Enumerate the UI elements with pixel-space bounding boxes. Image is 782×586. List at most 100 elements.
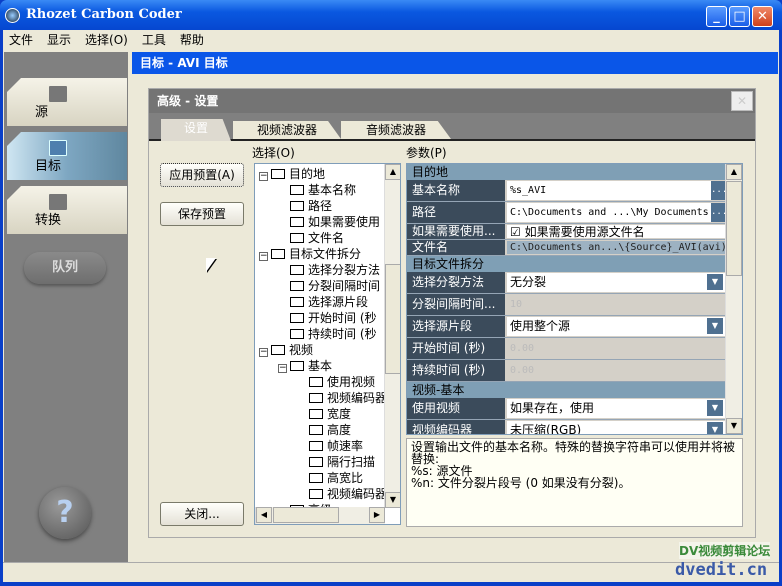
grid-row[interactable]: 如果需要使用... ☑ 如果需要使用源文件名 [407, 224, 725, 240]
tree-node[interactable]: 基本名称 [290, 182, 356, 198]
tree-node[interactable]: 开始时间 (秒 [290, 310, 377, 326]
app-icon [5, 8, 20, 23]
tree-node[interactable]: 视频编码器 [309, 390, 387, 406]
grid-row[interactable]: 分裂间隔时间... 10 [407, 294, 725, 316]
checkbox-checked-icon[interactable]: ☑ [510, 225, 521, 238]
tree-node[interactable]: 分裂间隔时间 [290, 278, 380, 294]
minimize-button[interactable]: _ [706, 6, 727, 27]
tree-node-label: 选择源片段 [308, 295, 369, 309]
browse-button[interactable]: ... [711, 203, 725, 222]
grid-value-edit[interactable]: C:\Documents and ...\My Documents... [507, 203, 725, 222]
tree-node[interactable]: 路径 [290, 198, 332, 214]
grid-key: 如果需要使用... [407, 224, 505, 239]
scroll-thumb[interactable] [726, 181, 742, 276]
grid-value-dropdown[interactable]: 未压缩(RGB) ▼ [507, 421, 725, 434]
help-button[interactable]: ? [39, 487, 91, 539]
grid-section[interactable]: 目标文件拆分 [407, 256, 725, 272]
tree-node[interactable]: − 目标文件拆分 [259, 246, 361, 262]
tab-settings[interactable]: 设置 [161, 119, 231, 141]
grid-row[interactable]: 选择分裂方法 无分裂 ▼ [407, 272, 725, 294]
grid-row[interactable]: 路径C:\Documents and ...\My Documents... [407, 202, 725, 224]
close-button[interactable]: ✕ [752, 6, 773, 27]
folder-icon [290, 185, 304, 195]
grid-row[interactable]: 文件名 C:\Documents an...\{Source}_AVI(avi) [407, 240, 725, 256]
tree-node[interactable]: 持续时间 (秒 [290, 326, 377, 342]
nav-target[interactable]: 目标 [7, 132, 127, 180]
scroll-down-icon[interactable]: ▼ [726, 418, 742, 434]
folder-icon [309, 425, 323, 435]
folder-icon [309, 409, 323, 419]
browse-button[interactable]: ... [711, 181, 725, 200]
scroll-thumb[interactable] [273, 507, 339, 523]
grid-vscrollbar[interactable]: ▲ ▼ [725, 164, 742, 434]
scroll-up-icon[interactable]: ▲ [726, 164, 742, 180]
scroll-right-icon[interactable]: ▶ [369, 507, 385, 523]
tree-hscrollbar[interactable]: ◀ ▶ [255, 507, 385, 524]
tree-node[interactable]: 隔行扫描 [309, 454, 375, 470]
chevron-down-icon[interactable]: ▼ [707, 400, 723, 416]
queue-button[interactable]: 队列 [24, 252, 106, 284]
menu-view[interactable]: 显示 [47, 33, 71, 47]
tab-video-filters[interactable]: 视频滤波器 [233, 121, 341, 139]
apply-preset-button[interactable]: 应用预置(A) [160, 163, 244, 187]
grid-value-dropdown[interactable]: 如果存在，使用 ▼ [507, 399, 725, 418]
scroll-up-icon[interactable]: ▲ [385, 164, 400, 180]
close-dialog-button[interactable]: 关闭... [160, 502, 244, 526]
scroll-thumb[interactable] [385, 264, 400, 374]
scroll-down-icon[interactable]: ▼ [385, 492, 400, 508]
menu-help[interactable]: 帮助 [180, 33, 204, 47]
tree-node[interactable]: 使用视频 [309, 374, 375, 390]
tree-node-label: 视频 [289, 343, 314, 357]
tree-node[interactable]: 高度 [309, 422, 351, 438]
tree-node[interactable]: 视频编码器 [309, 486, 387, 502]
grid-row[interactable]: 使用视频 如果存在，使用 ▼ [407, 398, 725, 420]
grid-value: 0.00 [507, 339, 725, 358]
tree-node[interactable]: 选择源片段 [290, 294, 368, 310]
grid-row[interactable]: 视频编码器 未压缩(RGB) ▼ [407, 420, 725, 434]
tree-node[interactable]: 高宽比 [309, 470, 363, 486]
grid-value-checkbox[interactable]: ☑ 如果需要使用源文件名 [507, 225, 725, 238]
grid-section[interactable]: 视频-基本 [407, 382, 725, 398]
folder-icon [309, 393, 323, 403]
tree-node[interactable]: − 视频 [259, 342, 313, 358]
property-grid[interactable]: 目的地基本名称%s_AVI...路径C:\Documents and ...\M… [406, 163, 743, 435]
grid-value-edit[interactable]: %s_AVI... [507, 181, 725, 200]
tree-node[interactable]: 宽度 [309, 406, 351, 422]
collapse-icon[interactable]: − [259, 172, 268, 181]
grid-value-dropdown[interactable]: 无分裂 ▼ [507, 273, 725, 292]
tree-node[interactable]: 选择分裂方法 [290, 262, 380, 278]
chevron-down-icon[interactable]: ▼ [707, 422, 723, 434]
tab-strip: 设置 视频滤波器 音频滤波器 [149, 113, 755, 141]
collapse-icon[interactable]: − [259, 348, 268, 357]
grid-row[interactable]: 选择源片段 使用整个源 ▼ [407, 316, 725, 338]
panel-close-button[interactable]: ✕ [731, 91, 753, 111]
nav-source[interactable]: 源 [7, 78, 127, 126]
collapse-icon[interactable]: − [278, 364, 287, 373]
grid-key: 选择分裂方法 [407, 272, 505, 293]
menu-select[interactable]: 选择(O) [85, 33, 128, 47]
grid-row[interactable]: 基本名称%s_AVI... [407, 180, 725, 202]
scroll-left-icon[interactable]: ◀ [256, 507, 272, 523]
chevron-down-icon[interactable]: ▼ [707, 318, 723, 334]
menu-file[interactable]: 文件 [9, 33, 33, 47]
tree-node[interactable]: − 基本 [278, 358, 332, 374]
grid-row[interactable]: 持续时间 (秒) 0.00 [407, 360, 725, 382]
grid-row[interactable]: 开始时间 (秒) 0.00 [407, 338, 725, 360]
collapse-icon[interactable]: − [259, 252, 268, 261]
tree-node[interactable]: 如果需要使用 [290, 214, 380, 230]
tree-node[interactable]: 文件名 [290, 230, 344, 246]
folder-icon [290, 265, 304, 275]
chevron-down-icon[interactable]: ▼ [707, 274, 723, 290]
tree-node[interactable]: 帧速率 [309, 438, 363, 454]
save-preset-button[interactable]: 保存预置 [160, 202, 244, 226]
grid-value-dropdown[interactable]: 使用整个源 ▼ [507, 317, 725, 336]
menu-tools[interactable]: 工具 [142, 33, 166, 47]
nav-convert[interactable]: 转换 [7, 186, 127, 234]
settings-tree[interactable]: − 目的地 基本名称 路径 如果需要使用 文件名 − 目标文件拆分 选择分裂方法 分裂间隔时间 选择… [254, 163, 401, 525]
folder-icon [309, 489, 323, 499]
tab-audio-filters[interactable]: 音频滤波器 [341, 121, 451, 139]
maximize-button[interactable]: □ [729, 6, 750, 27]
tree-node[interactable]: − 目的地 [259, 166, 325, 182]
grid-section[interactable]: 目的地 [407, 164, 725, 180]
tree-vscrollbar[interactable]: ▲ ▼ [384, 164, 400, 508]
